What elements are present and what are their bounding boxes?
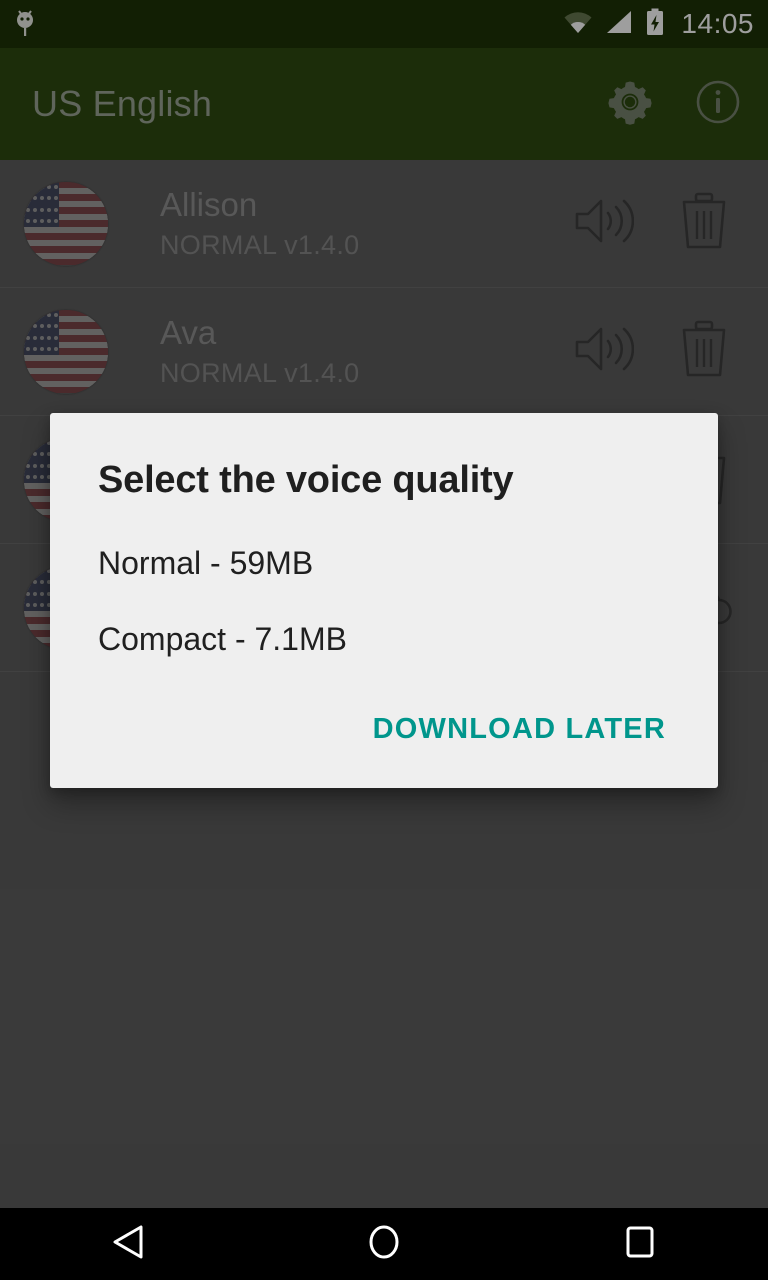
android-screen: 14:05 US English Allison NORMAL v1.4.0 A… (0, 0, 768, 1280)
quality-option-compact[interactable]: Compact - 7.1MB (50, 601, 718, 677)
quality-option-normal[interactable]: Normal - 59MB (50, 525, 718, 601)
square-recents-icon (624, 1225, 656, 1264)
dialog-title: Select the voice quality (98, 459, 514, 501)
circle-home-icon (367, 1223, 401, 1266)
home-button[interactable] (324, 1208, 444, 1280)
recents-button[interactable] (580, 1208, 700, 1280)
dialog-options: Normal - 59MB Compact - 7.1MB (50, 503, 718, 677)
back-button[interactable] (68, 1208, 188, 1280)
voice-quality-dialog: Select the voice quality Normal - 59MB C… (50, 413, 718, 788)
dialog-actions: DOWNLOAD LATER (50, 677, 718, 774)
download-later-button[interactable]: DOWNLOAD LATER (365, 703, 674, 756)
triangle-back-icon (111, 1224, 145, 1265)
system-navigation-bar (0, 1208, 768, 1280)
